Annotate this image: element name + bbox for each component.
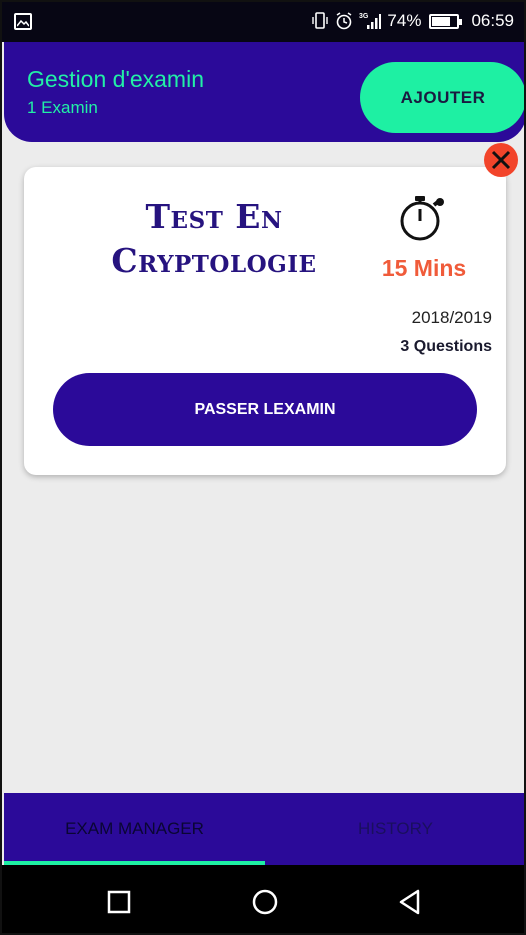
- tab-bar: EXAM MANAGER HISTORY: [4, 793, 524, 865]
- signal-icon: 3G: [359, 11, 382, 31]
- add-exam-button[interactable]: AJOUTER: [360, 62, 524, 133]
- navigation-bar: [2, 865, 524, 933]
- close-icon[interactable]: [484, 143, 518, 177]
- vibrate-icon: [311, 11, 329, 31]
- page-title: Gestion d'examin: [27, 66, 204, 92]
- home-icon[interactable]: [248, 885, 282, 919]
- battery-level: [432, 16, 451, 26]
- question-count: 3 Questions: [400, 338, 492, 355]
- battery-percent: 74%: [387, 11, 422, 30]
- alarm-icon: [335, 11, 353, 31]
- status-bar: 3G 74% 06:59: [2, 2, 524, 42]
- tab-history[interactable]: HISTORY: [265, 793, 524, 865]
- recents-icon[interactable]: [102, 885, 136, 919]
- app-screen: 3G 74% 06:59 Gestion d'examin 1 Examin A…: [0, 0, 526, 935]
- gallery-icon: [14, 13, 32, 30]
- battery-icon: [429, 13, 463, 29]
- clock: 06:59: [471, 11, 514, 30]
- timer-icon: [398, 193, 446, 248]
- take-exam-button[interactable]: PASSER LEXAMIN: [53, 373, 477, 446]
- network-label: 3G: [359, 13, 369, 20]
- exam-count: 1 Examin: [27, 98, 98, 117]
- exam-title: Test En Cryptologie: [111, 197, 317, 280]
- exam-year: 2018/2019: [411, 308, 492, 327]
- exam-duration: 15 Mins: [381, 255, 467, 281]
- status-icons: 3G 74% 06:59: [311, 11, 514, 31]
- back-icon[interactable]: [393, 885, 427, 919]
- exam-card[interactable]: Test En Cryptologie 15 Mins 2018/2019 3 …: [24, 167, 506, 475]
- tab-exam-manager[interactable]: EXAM MANAGER: [4, 793, 265, 865]
- app-header: Gestion d'examin 1 Examin AJOUTER: [4, 42, 524, 142]
